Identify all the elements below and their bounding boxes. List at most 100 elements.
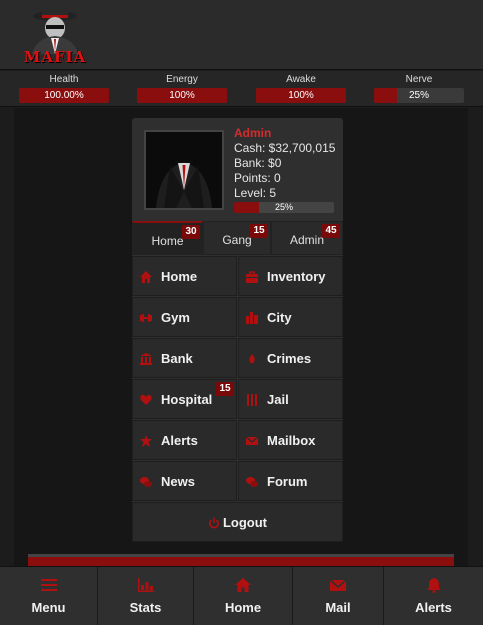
bar-value: 100% [288,90,314,101]
stat-label: Energy [166,74,198,85]
menu-icon [40,579,57,591]
profile-info: Admin Cash: $32,700,015 Bank: $0 Points:… [234,126,335,201]
level-text: Level: 5 [234,186,277,200]
stat-label: Health [49,74,79,85]
mafia-logo[interactable]: MAFIA [20,6,90,66]
briefcase-icon [246,271,258,283]
main-content: Admin Cash: $32,700,015 Bank: $0 Points:… [14,108,468,568]
menu-label: Hospital [161,392,213,407]
stat-energy: Energy 100% [137,74,227,103]
mail-icon [245,436,259,445]
tab-badge: 15 [250,224,268,238]
menu-label: Home [161,269,198,284]
nav-stats[interactable]: Stats [98,567,194,625]
gangster-logo-icon [32,8,78,54]
nav-mail[interactable]: Mail [293,567,384,625]
menu-item-crimes[interactable]: Crimes [238,338,343,378]
menu-item-gym[interactable]: Gym [132,297,237,337]
menu-label: Bank [161,351,193,366]
nav-menu[interactable]: Menu [0,567,98,625]
health-bar: 100.00% [19,88,109,103]
player-name[interactable]: Admin [234,126,335,141]
level-progress-bar: 25% [234,202,334,213]
avatar[interactable] [144,130,224,210]
nav-label: Alerts [415,600,452,615]
header: MAFIA [0,0,483,70]
bottom-nav: Menu Stats Home Mail Alerts [0,566,483,625]
stat-label: Awake [286,74,316,85]
nav-home[interactable]: Home [194,567,293,625]
bar-value: 100.00% [44,90,84,101]
menu-label: Gym [161,310,190,325]
tab-home[interactable]: Home 30 [132,221,203,255]
app-root: MAFIA Health 100.00% Energy 100% Awake 1… [0,0,483,625]
jail-icon [247,394,257,406]
nerve-bar: 25% [374,88,464,103]
logout-label: Logout [222,515,268,530]
nav-label: Stats [129,600,162,615]
crime-icon [249,354,255,364]
tab-badge: 30 [182,225,200,239]
city-icon [246,312,258,324]
logout-button[interactable]: Logout [132,502,343,542]
menu-item-home[interactable]: Home [132,256,237,296]
player-panel: Admin Cash: $32,700,015 Bank: $0 Points:… [132,118,343,542]
profile-card: Admin Cash: $32,700,015 Bank: $0 Points:… [132,118,343,220]
tab-label: Admin [289,233,324,247]
stats-icon [137,578,154,592]
menu-item-inventory[interactable]: Inventory [238,256,343,296]
nav-label: Home [224,600,262,615]
menu-item-news[interactable]: News [132,461,237,501]
bell-icon [426,578,441,593]
menu-item-forum[interactable]: Forum [238,461,343,501]
logo-text: MAFIA [23,48,87,66]
forum-icon [246,477,258,487]
mail-icon [329,579,347,591]
bank-icon [140,353,152,365]
menu-label: Alerts [161,433,198,448]
bank-text: Bank: $0 [234,156,282,170]
menu-label: Mailbox [267,433,316,448]
stat-nerve: Nerve 25% [374,74,464,103]
menu-label: Forum [267,474,308,489]
menu-label: City [267,310,292,325]
tab-admin[interactable]: Admin 45 [271,221,343,255]
cash-text: Cash: $32,700,015 [234,141,336,155]
hospital-badge: 15 [216,382,234,396]
stat-health: Health 100.00% [19,74,109,103]
nav-alerts[interactable]: Alerts [384,567,483,625]
tab-gang[interactable]: Gang 15 [203,221,271,255]
hospital-icon [140,394,152,405]
tab-label: Home [151,234,184,248]
menu-label: Inventory [267,269,326,284]
nav-label: Menu [31,600,66,615]
stat-label: Nerve [405,74,433,85]
menu-label: News [161,474,195,489]
awake-bar: 100% [256,88,346,103]
bar-value: 25% [408,90,429,101]
energy-bar: 100% [137,88,227,103]
tab-badge: 45 [322,224,340,238]
menu-item-alerts[interactable]: Alerts [132,420,237,460]
bar-value: 100% [169,90,195,101]
menu-item-city[interactable]: City [238,297,343,337]
home-icon [235,578,251,592]
menu-item-jail[interactable]: Jail [238,379,343,419]
nav-label: Mail [325,600,351,615]
stat-awake: Awake 100% [256,74,346,103]
news-icon [140,477,152,487]
menu-item-hospital[interactable]: Hospital 15 [132,379,237,419]
menu-label: Jail [267,392,289,407]
menu-item-mailbox[interactable]: Mailbox [238,420,343,460]
tab-bar: Home 30 Gang 15 Admin 45 [132,221,343,255]
suit-avatar-icon [146,132,222,208]
menu-item-bank[interactable]: Bank [132,338,237,378]
points-text: Points: 0 [234,171,281,185]
stats-bar: Health 100.00% Energy 100% Awake 100% Ne… [0,71,483,107]
tab-label: Gang [222,233,252,247]
power-icon [209,517,219,529]
level-progress-text: 25% [274,202,293,212]
alert-icon [140,435,152,447]
menu-label: Crimes [267,351,312,366]
dumbbell-icon [140,314,152,322]
